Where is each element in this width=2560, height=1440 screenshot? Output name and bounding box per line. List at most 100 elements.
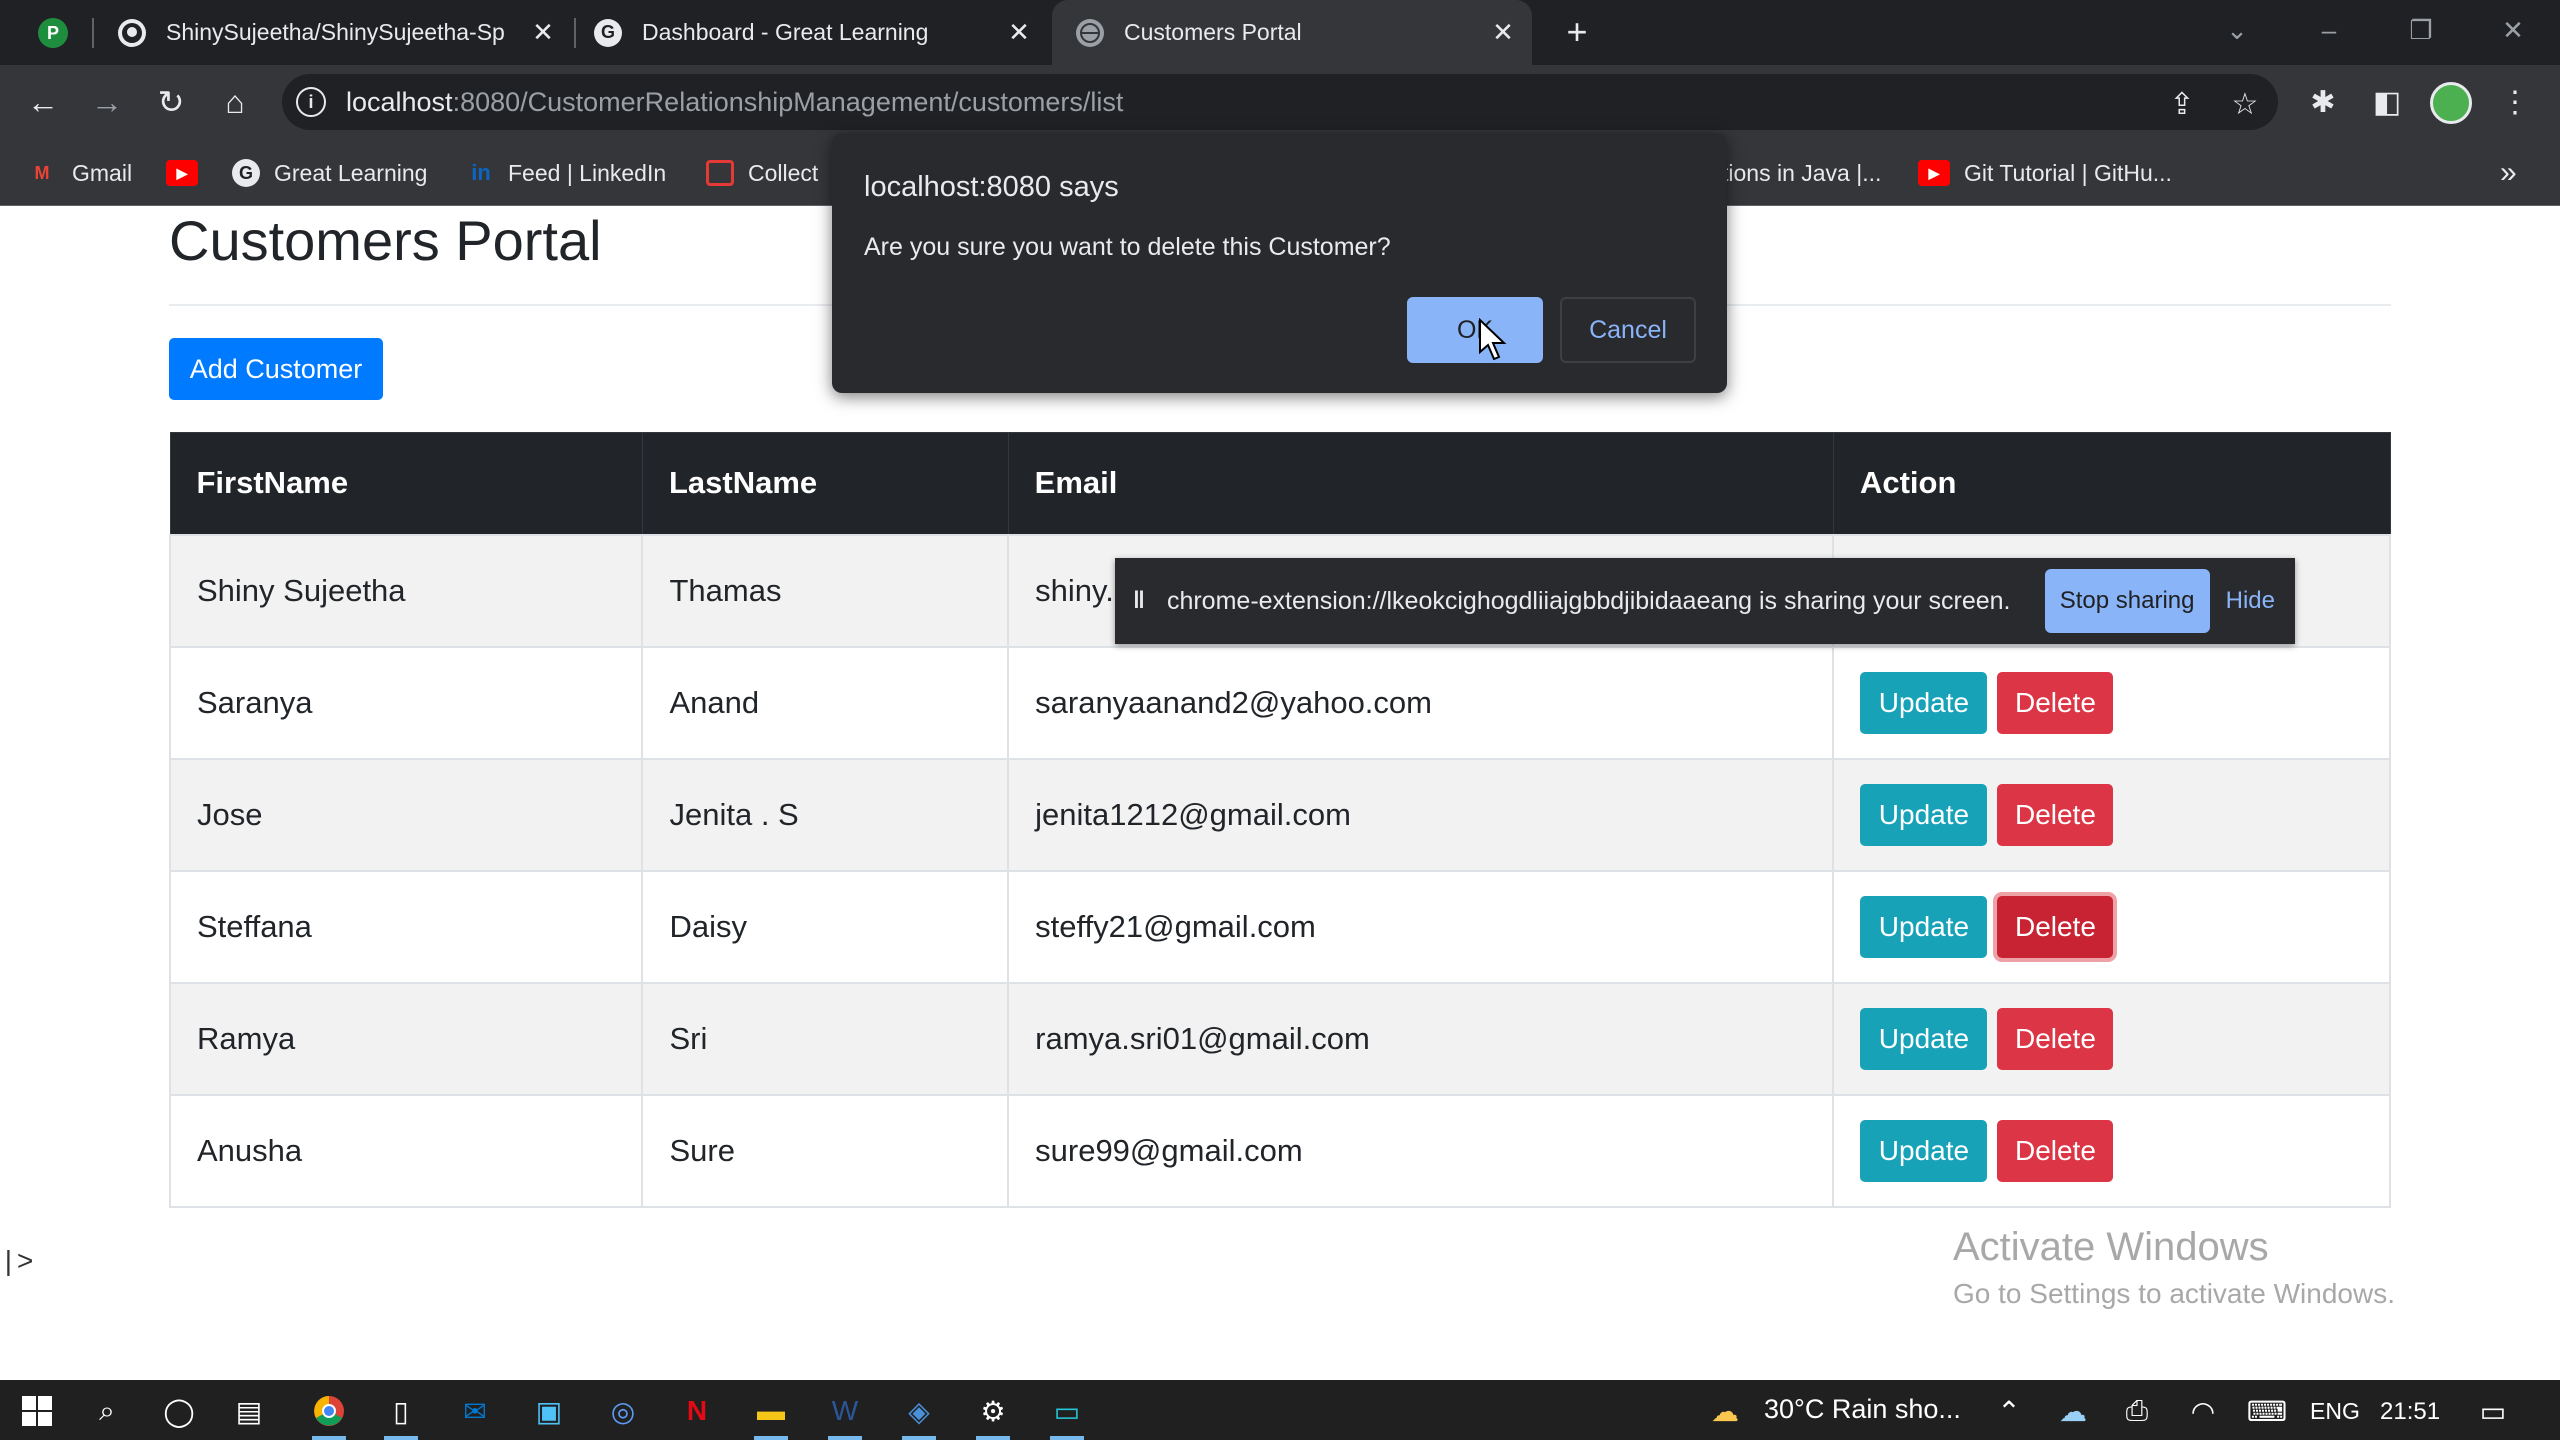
update-button[interactable]: Update (1860, 783, 1988, 846)
clock[interactable]: 21:51 (2380, 1398, 2440, 1426)
email-cell: jenita1212@gmail.com (1007, 757, 1835, 872)
bookmark-star-icon[interactable]: ☆ (2225, 84, 2265, 124)
site-info-icon[interactable]: i (296, 87, 326, 117)
great-learning-icon: G (232, 159, 260, 187)
delete-button[interactable]: Delete (1997, 671, 2114, 734)
great-learning-icon: G (594, 18, 622, 47)
bookmark-label: Feed | LinkedIn (508, 159, 667, 186)
action-cell: Update Delete (1832, 757, 2391, 872)
bookmark-collect[interactable]: Collect (706, 154, 818, 192)
globe-icon (1076, 18, 1104, 47)
delete-button[interactable]: Delete (1997, 783, 2114, 846)
update-button[interactable]: Update (1860, 671, 1988, 734)
bookmark-label: Collect (748, 159, 819, 186)
collect-icon (706, 160, 734, 186)
back-icon[interactable]: ← (20, 79, 66, 125)
bookmark-gmail[interactable]: M Gmail (26, 154, 133, 192)
delete-button[interactable]: Delete (1997, 1119, 2114, 1182)
notification-icon[interactable]: ▭ (2470, 1388, 2516, 1434)
hide-button[interactable]: Hide (2226, 587, 2275, 615)
table-row: Saranya Anand saranyaanand2@yahoo.com Up… (168, 645, 2391, 760)
email-cell: sure99@gmail.com (1007, 1093, 1835, 1208)
word-icon[interactable]: W (822, 1388, 868, 1440)
new-tab-button[interactable]: + (1555, 10, 1599, 54)
ok-button[interactable]: OK (1407, 297, 1543, 363)
watermark-subtitle: Go to Settings to activate Windows. (1953, 1278, 2395, 1309)
close-tab-icon[interactable]: ✕ (1488, 17, 1518, 48)
gmail-icon: M (34, 162, 50, 183)
bookmark-java[interactable]: tions in Java |... (1722, 154, 1881, 192)
close-tab-icon[interactable]: ✕ (528, 17, 558, 48)
edge-icon[interactable]: ◎ (600, 1388, 646, 1434)
bookmark-youtube[interactable]: ▶ (166, 154, 212, 192)
tab-great-learning[interactable]: G Dashboard - Great Learning ✕ (594, 0, 1034, 65)
tab-search-icon[interactable]: ⌄ (2212, 10, 2262, 50)
address-bar[interactable]: i localhost:8080/CustomerRelationshipMan… (282, 74, 2278, 130)
weather-text[interactable]: 30°C Rain sho... (1764, 1394, 1961, 1425)
wifi-icon[interactable]: ◠ (2180, 1388, 2226, 1434)
meet-now-icon[interactable]: ⎙ (2114, 1388, 2160, 1434)
update-button[interactable]: Update (1860, 1119, 1988, 1182)
cortana-icon[interactable]: ◯ (156, 1388, 202, 1434)
bookmarks-overflow-icon[interactable]: » (2500, 154, 2517, 192)
email-cell: saranyaanand2@yahoo.com (1007, 645, 1835, 760)
update-button[interactable]: Update (1860, 1007, 1988, 1070)
side-panel-icon[interactable]: ◧ (2364, 79, 2410, 125)
forward-icon[interactable]: → (84, 79, 130, 125)
bookmark-label: Gmail (72, 159, 133, 186)
tab-customers-portal[interactable]: Customers Portal ✕ (1052, 0, 1532, 65)
search-icon[interactable]: ⌕ (84, 1388, 130, 1434)
home-icon[interactable]: ⌂ (212, 79, 258, 125)
reload-icon[interactable]: ↻ (148, 79, 194, 125)
store-icon[interactable]: ▣ (526, 1388, 572, 1434)
share-icon[interactable]: ⇪ (2162, 84, 2202, 124)
table-row: Steffana Daisy steffy21@gmail.com Update… (168, 869, 2391, 984)
close-tab-icon[interactable]: ✕ (1004, 17, 1034, 48)
file-explorer-icon[interactable]: ▬ (748, 1388, 794, 1440)
profile-avatar[interactable] (2430, 82, 2472, 124)
chevron-up-icon[interactable]: ⌃ (1986, 1388, 2032, 1434)
weather-icon[interactable]: ☁ (1702, 1388, 1748, 1434)
column-header: Action (1832, 432, 2391, 535)
windows-taskbar: ⌕ ◯ ▤ ▯ ✉ ▣ ◎ N ▬ W ◈ ⚙ ▭ ☁ 30°C Rain sh… (0, 1380, 2560, 1440)
update-button[interactable]: Update (1860, 895, 1988, 958)
notepad-icon[interactable]: ▯ (378, 1388, 424, 1440)
youtube-icon: ▶ (166, 160, 198, 186)
restore-icon[interactable]: ❐ (2396, 10, 2446, 50)
stop-sharing-button[interactable]: Stop sharing (2044, 569, 2210, 633)
last-name-cell: Sri (641, 981, 1010, 1096)
chrome-icon[interactable] (306, 1388, 352, 1440)
mail-icon[interactable]: ✉ (452, 1388, 498, 1434)
action-cell: Update Delete (1832, 645, 2391, 760)
cancel-button[interactable]: Cancel (1560, 297, 1696, 363)
eclipse-icon[interactable]: ◈ (896, 1388, 942, 1440)
tab-github[interactable]: ShinySujeetha/ShinySujeetha-Sp ✕ (118, 0, 558, 65)
app-icon[interactable]: ▭ (1044, 1388, 1090, 1440)
bookmark-great-learning[interactable]: G Great Learning (232, 154, 427, 192)
first-name-cell: Saranya (168, 645, 644, 760)
settings-icon[interactable]: ⚙ (970, 1388, 1016, 1440)
task-view-icon[interactable]: ▤ (226, 1388, 272, 1434)
bookmark-linkedin[interactable]: in Feed | LinkedIn (468, 154, 666, 192)
tab-separator (574, 18, 576, 48)
minimize-icon[interactable]: – (2304, 10, 2354, 50)
add-customer-button[interactable]: Add Customer (169, 338, 383, 400)
close-window-icon[interactable]: ✕ (2488, 10, 2538, 50)
youtube-icon: ▶ (1918, 160, 1950, 186)
extensions-icon[interactable]: ✱ (2300, 79, 2346, 125)
dialog-message: Are you sure you want to delete this Cus… (864, 233, 1391, 261)
sharing-message: chrome-extension://lkeokcighogdliiajgbbd… (1166, 586, 2011, 615)
delete-button[interactable]: Delete (1997, 1007, 2114, 1070)
windows-start-icon[interactable] (14, 1388, 60, 1434)
stray-text: |> (0, 1248, 34, 1279)
first-name-cell: Anusha (168, 1093, 644, 1208)
language-indicator[interactable]: ENG (2310, 1398, 2360, 1425)
delete-button[interactable]: Delete (1997, 895, 2114, 958)
keyboard-icon[interactable]: ⌨ (2244, 1388, 2290, 1434)
pinned-tab-icon[interactable]: P (38, 18, 68, 48)
onedrive-icon[interactable]: ☁ (2050, 1388, 2096, 1434)
menu-icon[interactable]: ⋮ (2492, 79, 2538, 125)
bookmark-label: tions in Java |... (1722, 159, 1882, 186)
netflix-icon[interactable]: N (674, 1388, 720, 1434)
bookmark-git-tutorial[interactable]: ▶ Git Tutorial | GitHu... (1918, 154, 2172, 192)
